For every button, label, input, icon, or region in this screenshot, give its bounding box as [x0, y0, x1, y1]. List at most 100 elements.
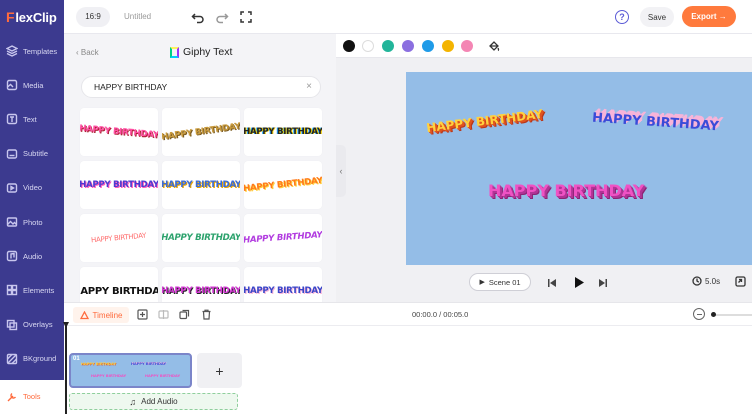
logo-f: F [6, 9, 15, 25]
giphy-result-text: HAPPY BIRTHDAY [80, 180, 158, 190]
add-audio-button[interactable]: ♫ Add Audio [69, 393, 238, 410]
sidebar-item-elements[interactable]: Elements [0, 273, 64, 307]
fit-screen-icon[interactable] [735, 276, 746, 287]
subtitle-icon [6, 148, 18, 159]
giphy-result[interactable]: HAPPY BIRTHDAY [244, 214, 322, 262]
duplicate-icon[interactable] [179, 309, 190, 320]
help-icon[interactable]: ? [615, 10, 629, 24]
color-swatch-green[interactable] [382, 40, 394, 52]
zoom-slider-handle[interactable] [711, 312, 716, 317]
sidebar-item-label: Templates [23, 46, 58, 56]
timeline-toolbar: Timeline 00:00.0 / 00:05.0 [64, 302, 752, 326]
sidebar-item-background[interactable]: BKground [0, 342, 64, 376]
video-canvas[interactable]: HAPPY BIRTHDAY HAPPY BIRTHDAY HAPPY BIRT… [406, 72, 752, 265]
sidebar-item-photo[interactable]: Photo [0, 205, 64, 239]
logo-text: lexClip [15, 9, 57, 25]
giphy-result-text: HAPPY BIRTHDAY [162, 286, 240, 296]
scene-selector[interactable]: ▶ Scene 01 [469, 273, 531, 291]
project-title[interactable]: Untitled [124, 12, 151, 21]
giphy-result[interactable]: HAPPY BIRTHDAY [244, 267, 322, 302]
color-swatch-white[interactable] [362, 40, 374, 52]
search-field[interactable]: × [81, 76, 321, 98]
color-swatch-black[interactable] [343, 40, 355, 52]
aspect-ratio-button[interactable]: 16:9 [76, 6, 110, 27]
scene-clip[interactable]: 01 HAPPY BIRTHDAY HAPPY BIRTHDAY HAPPY B… [69, 353, 192, 388]
color-swatch-purple[interactable] [402, 40, 414, 52]
zoom-out-icon[interactable] [693, 308, 705, 320]
timeline-tab-label: Timeline [92, 310, 123, 320]
giphy-result[interactable]: HAPPY BIRTHDAY [162, 267, 240, 302]
giphy-result[interactable]: HAPPY BIRTHDAY [244, 161, 322, 209]
sidebar-item-subtitle[interactable]: Subtitle [0, 137, 64, 171]
overlays-icon [6, 319, 18, 330]
giphy-result[interactable]: HAPPY BIRTHDAY [162, 108, 240, 156]
timecode: 00:00.0 / 00:05.0 [412, 310, 469, 319]
sidebar-item-label: Elements [23, 285, 55, 295]
zoom-slider[interactable] [712, 314, 752, 316]
sidebar-item-video[interactable]: Video [0, 171, 64, 205]
flexclip-logo[interactable]: FlexClip [0, 0, 64, 34]
sidebar-item-tools[interactable]: Tools [0, 379, 64, 414]
photo-icon [6, 217, 18, 227]
background-icon [6, 353, 18, 364]
giphy-icon [170, 46, 179, 58]
panel-title: Giphy Text [170, 46, 232, 58]
clip-preview-text: HAPPY BIRTHDAY [131, 362, 167, 366]
giphy-result[interactable]: HAPPY BIRTHDAY [80, 267, 158, 302]
scene-label: Scene 01 [488, 277, 521, 287]
sidebar-item-media[interactable]: Media [0, 68, 64, 102]
timeline-tab[interactable]: Timeline [73, 307, 129, 323]
sidebar-item-text[interactable]: Text [0, 102, 64, 136]
giphy-result[interactable]: HAPPY BIRTHDAY [244, 108, 322, 156]
clip-preview-text: HAPPY BIRTHDAY [91, 374, 127, 378]
fill-color-icon[interactable] [487, 39, 500, 52]
playhead[interactable] [65, 322, 67, 414]
canvas-text-blue[interactable]: HAPPY BIRTHDAY [592, 111, 720, 135]
collapse-panel-button[interactable]: ‹ [336, 145, 346, 197]
giphy-result-text: HAPPY BIRTHDAY [162, 180, 240, 190]
clear-icon[interactable]: × [306, 81, 312, 92]
save-button[interactable]: Save [640, 7, 674, 27]
canvas-text-orange[interactable]: HAPPY BIRTHDAY [426, 107, 544, 135]
text-icon [6, 114, 18, 125]
clip-preview-text: HAPPY BIRTHDAY [145, 374, 181, 378]
delete-icon[interactable] [201, 309, 212, 320]
giphy-result[interactable]: HAPPY BIRTHDAY [80, 108, 158, 156]
giphy-result-text: HAPPY BIRTHDAY [80, 285, 158, 297]
clip-preview-text: HAPPY BIRTHDAY [81, 362, 117, 366]
giphy-result[interactable]: HAPPY BIRTHDAY [162, 161, 240, 209]
export-button[interactable]: Export → [682, 6, 736, 27]
previous-icon[interactable] [547, 278, 557, 288]
giphy-result[interactable]: HAPPY BIRTHDAY [162, 214, 240, 262]
search-input[interactable] [94, 82, 294, 92]
scene-duration[interactable]: 5.0s [692, 276, 720, 286]
sidebar-item-label: Text [23, 114, 37, 124]
add-audio-label: Add Audio [141, 397, 178, 406]
add-scene-icon[interactable] [137, 309, 148, 320]
sidebar-item-overlays[interactable]: Overlays [0, 308, 64, 342]
sidebar-item-audio[interactable]: Audio [0, 239, 64, 273]
media-icon [6, 80, 18, 91]
color-swatch-pink[interactable] [461, 40, 473, 52]
add-scene-button[interactable]: + [197, 353, 242, 388]
giphy-result-text: HAPPY BIRTHDAY [91, 231, 147, 245]
sidebar-item-templates[interactable]: Templates [0, 34, 64, 68]
canvas-text-pink[interactable]: HAPPY BIRTHDAY [488, 181, 644, 200]
split-icon[interactable] [158, 309, 169, 320]
color-swatch-yellow[interactable] [442, 40, 454, 52]
giphy-result-text: HAPPY BIRTHDAY [244, 286, 322, 296]
play-icon[interactable] [573, 276, 585, 289]
giphy-result[interactable]: HAPPY BIRTHDAY [80, 214, 158, 262]
giphy-result-text: HAPPY BIRTHDAY [162, 121, 240, 143]
next-icon[interactable] [598, 278, 608, 288]
giphy-result-text: HAPPY BIRTHDAY [244, 175, 322, 195]
sidebar-item-label: Audio [23, 251, 43, 261]
color-swatch-blue[interactable] [422, 40, 434, 52]
back-button[interactable]: ‹ Back [76, 48, 99, 57]
giphy-result[interactable]: HAPPY BIRTHDAY [80, 161, 158, 209]
fullscreen-icon[interactable] [239, 10, 253, 24]
redo-icon[interactable] [215, 10, 229, 24]
sidebar-item-label: Video [23, 183, 43, 193]
undo-icon[interactable] [191, 10, 205, 24]
clip-number: 01 [73, 356, 80, 362]
